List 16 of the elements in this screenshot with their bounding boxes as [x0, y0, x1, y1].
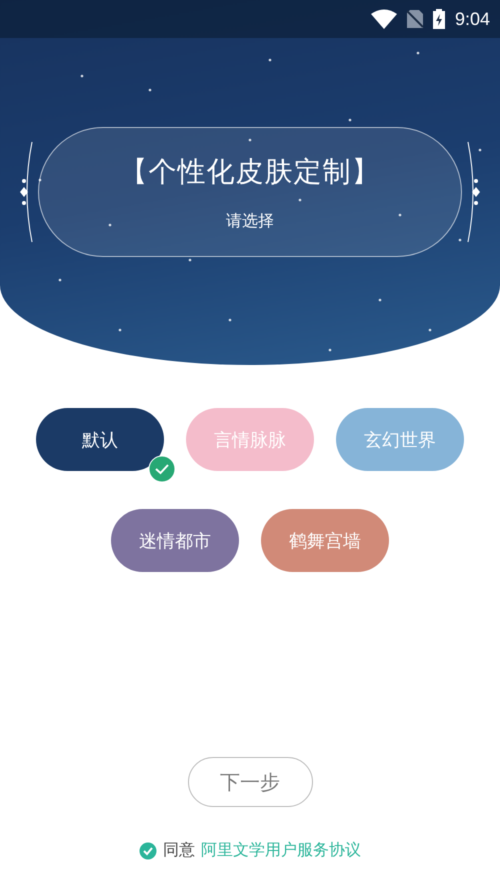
no-sim-icon [406, 10, 423, 28]
agree-label: 同意 [163, 840, 195, 861]
skin-option[interactable]: 迷情都市 [111, 509, 239, 572]
skin-option[interactable]: 默认 [36, 408, 164, 471]
page-subtitle: 请选择 [226, 210, 274, 232]
page-title: 【个性化皮肤定制】 [120, 154, 380, 190]
check-icon [148, 455, 176, 483]
agree-checkbox[interactable] [139, 842, 157, 860]
status-time: 9:04 [454, 8, 490, 30]
agreement-link[interactable]: 阿里文学用户服务协议 [201, 840, 361, 861]
skin-option[interactable]: 鹤舞宫墙 [261, 509, 389, 572]
battery-charging-icon [432, 9, 445, 29]
next-button[interactable]: 下一步 [188, 757, 312, 807]
skin-option[interactable]: 玄幻世界 [336, 408, 464, 471]
skin-option[interactable]: 言情脉脉 [186, 408, 314, 471]
wifi-icon [370, 9, 397, 29]
